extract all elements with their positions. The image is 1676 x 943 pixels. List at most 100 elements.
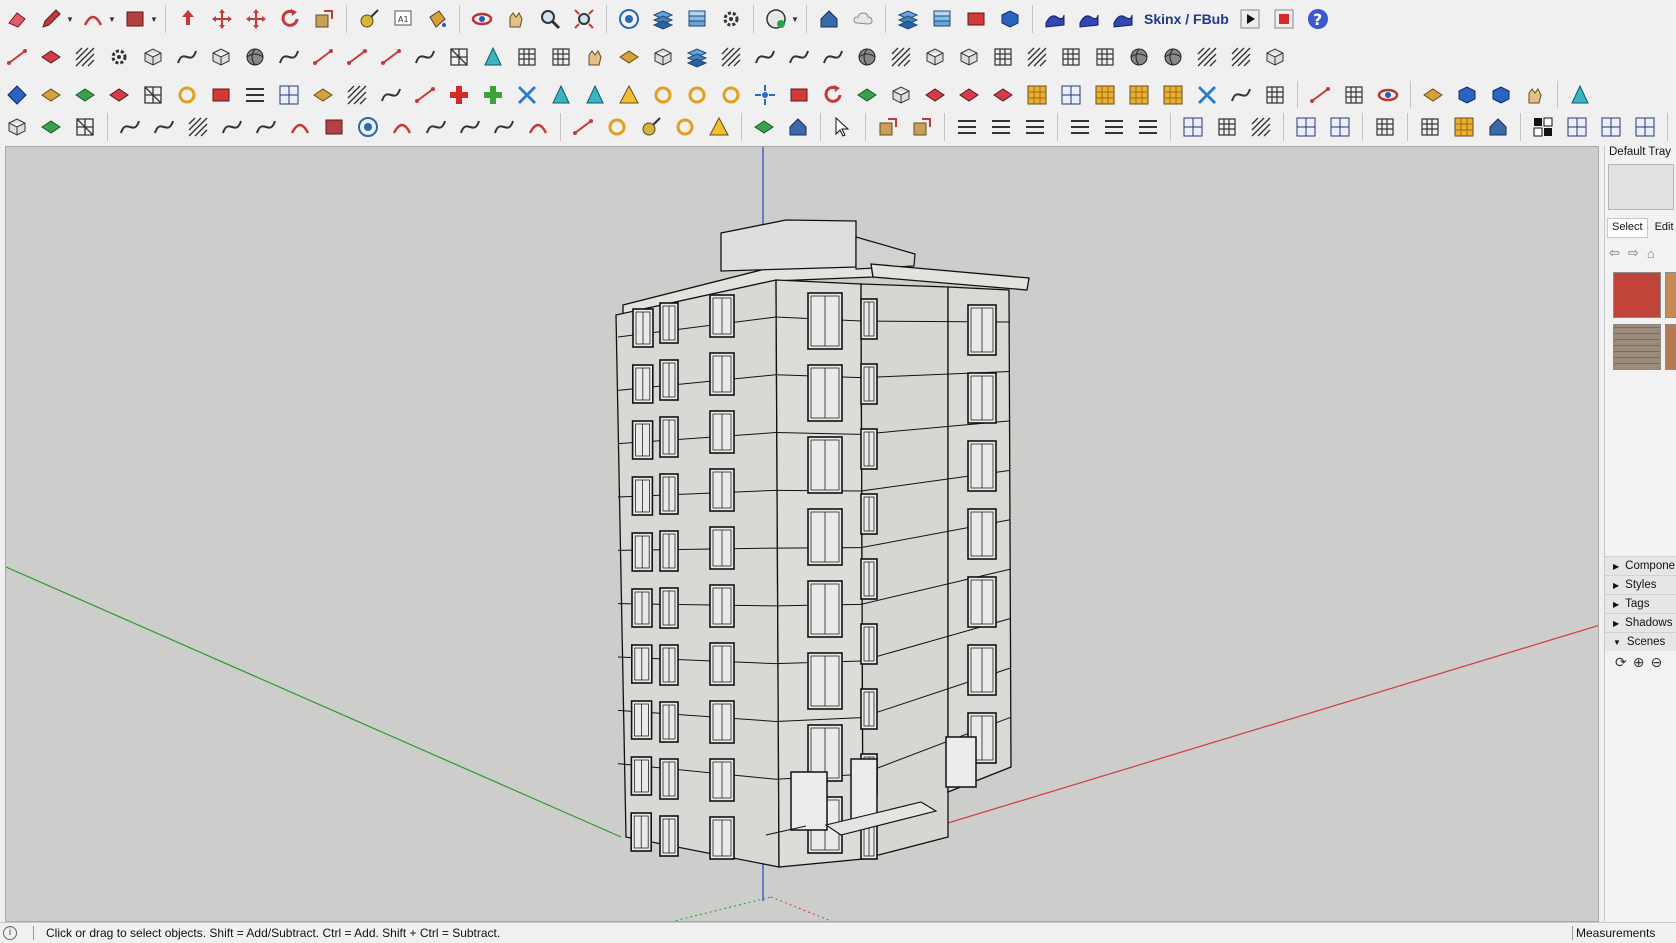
greenslab-tool-icon[interactable]	[749, 112, 779, 142]
window-tool-icon[interactable]	[1291, 112, 1321, 142]
push-tool-icon[interactable]	[173, 4, 203, 34]
curve-tool-icon[interactable]	[750, 42, 780, 72]
redslab-tool-icon[interactable]	[36, 42, 66, 72]
ring-tool-icon[interactable]	[648, 80, 678, 110]
blade-tool-icon[interactable]	[1074, 4, 1104, 34]
bars-tool-icon[interactable]	[1020, 112, 1050, 142]
curve-tool-icon[interactable]	[149, 112, 179, 142]
tab-edit[interactable]: Edit	[1649, 218, 1676, 238]
window-tool-icon[interactable]	[1178, 112, 1208, 142]
material-swatch-1[interactable]	[1613, 272, 1661, 318]
check-tool-icon[interactable]	[1528, 112, 1558, 142]
swatch-tool-icon[interactable]	[1124, 80, 1154, 110]
redbox-tool-icon[interactable]	[961, 4, 991, 34]
cube-tool-icon[interactable]	[648, 42, 678, 72]
redslab-tool-icon[interactable]	[104, 80, 134, 110]
warn-tool-icon[interactable]	[704, 112, 734, 142]
ring-tool-icon[interactable]	[670, 112, 700, 142]
cube-tool-icon[interactable]	[920, 42, 950, 72]
window-tool-icon[interactable]	[1325, 112, 1355, 142]
grid-tool-icon[interactable]	[1415, 112, 1445, 142]
line-tool-icon[interactable]	[308, 42, 338, 72]
help-tool-icon[interactable]: ?	[1303, 4, 1333, 34]
hatch-tool-icon[interactable]	[886, 42, 916, 72]
sphere-tool-icon[interactable]	[1124, 42, 1154, 72]
zoom-tool-icon[interactable]	[535, 4, 565, 34]
cone-tool-icon[interactable]	[546, 80, 576, 110]
cube-tool-icon[interactable]	[954, 42, 984, 72]
eraser-tool-icon[interactable]	[2, 4, 32, 34]
blade-tool-icon[interactable]	[1108, 4, 1138, 34]
add-scene-icon[interactable]: ⊕	[1633, 654, 1645, 671]
hatch-tool-icon[interactable]	[1246, 112, 1276, 142]
mesh-tool-icon[interactable]	[138, 80, 168, 110]
zoomext-tool-icon[interactable]	[569, 4, 599, 34]
curve-tool-icon[interactable]	[274, 42, 304, 72]
dropdown-caret-icon[interactable]: ▼	[66, 15, 76, 24]
slab-tool-icon[interactable]	[308, 80, 338, 110]
hatch-tool-icon[interactable]	[1192, 42, 1222, 72]
arrowsel-tool-icon[interactable]	[828, 112, 858, 142]
tape-tool-icon[interactable]	[354, 4, 384, 34]
hand-tool-icon[interactable]	[1520, 80, 1550, 110]
ring-tool-icon[interactable]	[682, 80, 712, 110]
bars-tool-icon[interactable]	[1065, 112, 1095, 142]
curve-tool-icon[interactable]	[217, 112, 247, 142]
bars-tool-icon[interactable]	[240, 80, 270, 110]
blade-tool-icon[interactable]	[1040, 4, 1070, 34]
sphere-tool-icon[interactable]	[240, 42, 270, 72]
bars-tool-icon[interactable]	[1133, 112, 1163, 142]
diamond-tool-icon[interactable]	[2, 80, 32, 110]
pencil-tool-icon[interactable]	[36, 4, 66, 34]
forward-arrow-icon[interactable]: ⇨	[1628, 245, 1639, 261]
grid-tool-icon[interactable]	[1260, 80, 1290, 110]
curve-tool-icon[interactable]	[115, 112, 145, 142]
play-tool-icon[interactable]	[1235, 4, 1265, 34]
material-swatch-3[interactable]	[1613, 324, 1661, 370]
line-tool-icon[interactable]	[2, 42, 32, 72]
layers-tool-icon[interactable]	[682, 42, 712, 72]
curve-tool-icon[interactable]	[410, 42, 440, 72]
slab-tool-icon[interactable]	[36, 80, 66, 110]
orbit-tool-icon[interactable]	[467, 4, 497, 34]
dropdown-caret-icon[interactable]: ▼	[791, 15, 801, 24]
arc-tool-icon[interactable]	[387, 112, 417, 142]
globe-tool-icon[interactable]	[761, 4, 791, 34]
curve-tool-icon[interactable]	[421, 112, 451, 142]
layers-tool-icon[interactable]	[648, 4, 678, 34]
window-tool-icon[interactable]	[1630, 112, 1660, 142]
gear-tool-icon[interactable]	[104, 42, 134, 72]
curve-tool-icon[interactable]	[172, 42, 202, 72]
ring-tool-icon[interactable]	[172, 80, 202, 110]
cube-tool-icon[interactable]	[886, 80, 916, 110]
window-tool-icon[interactable]	[1596, 112, 1626, 142]
grid-tool-icon[interactable]	[1056, 42, 1086, 72]
warn-tool-icon[interactable]	[614, 80, 644, 110]
greenslab-tool-icon[interactable]	[70, 80, 100, 110]
rotate-tool-icon[interactable]	[275, 4, 305, 34]
swatch-tool-icon[interactable]	[1022, 80, 1052, 110]
grid-tool-icon[interactable]	[988, 42, 1018, 72]
scale-tool-icon[interactable]	[907, 112, 937, 142]
bars-tool-icon[interactable]	[952, 112, 982, 142]
greenslab-tool-icon[interactable]	[36, 112, 66, 142]
house-tool-icon[interactable]	[1483, 112, 1513, 142]
move-tool-icon[interactable]	[241, 4, 271, 34]
grid-tool-icon[interactable]	[1339, 80, 1369, 110]
bars-tool-icon[interactable]	[1099, 112, 1129, 142]
hand-tool-icon[interactable]	[501, 4, 531, 34]
target-tool-icon[interactable]	[614, 4, 644, 34]
cube-tool-icon[interactable]	[1260, 42, 1290, 72]
mag-tool-icon[interactable]	[750, 80, 780, 110]
grid-tool-icon[interactable]	[512, 42, 542, 72]
hatch-tool-icon[interactable]	[1226, 42, 1256, 72]
cone-tool-icon[interactable]	[478, 42, 508, 72]
stack-tool-icon[interactable]	[682, 4, 712, 34]
grid-tool-icon[interactable]	[1090, 42, 1120, 72]
curve-tool-icon[interactable]	[251, 112, 281, 142]
line-tool-icon[interactable]	[568, 112, 598, 142]
panel-components[interactable]: ▶ Compone	[1605, 556, 1676, 575]
bluebox-tool-icon[interactable]	[1452, 80, 1482, 110]
refresh-scene-icon[interactable]: ⟳	[1615, 654, 1627, 671]
swatch-tool-icon[interactable]	[1449, 112, 1479, 142]
